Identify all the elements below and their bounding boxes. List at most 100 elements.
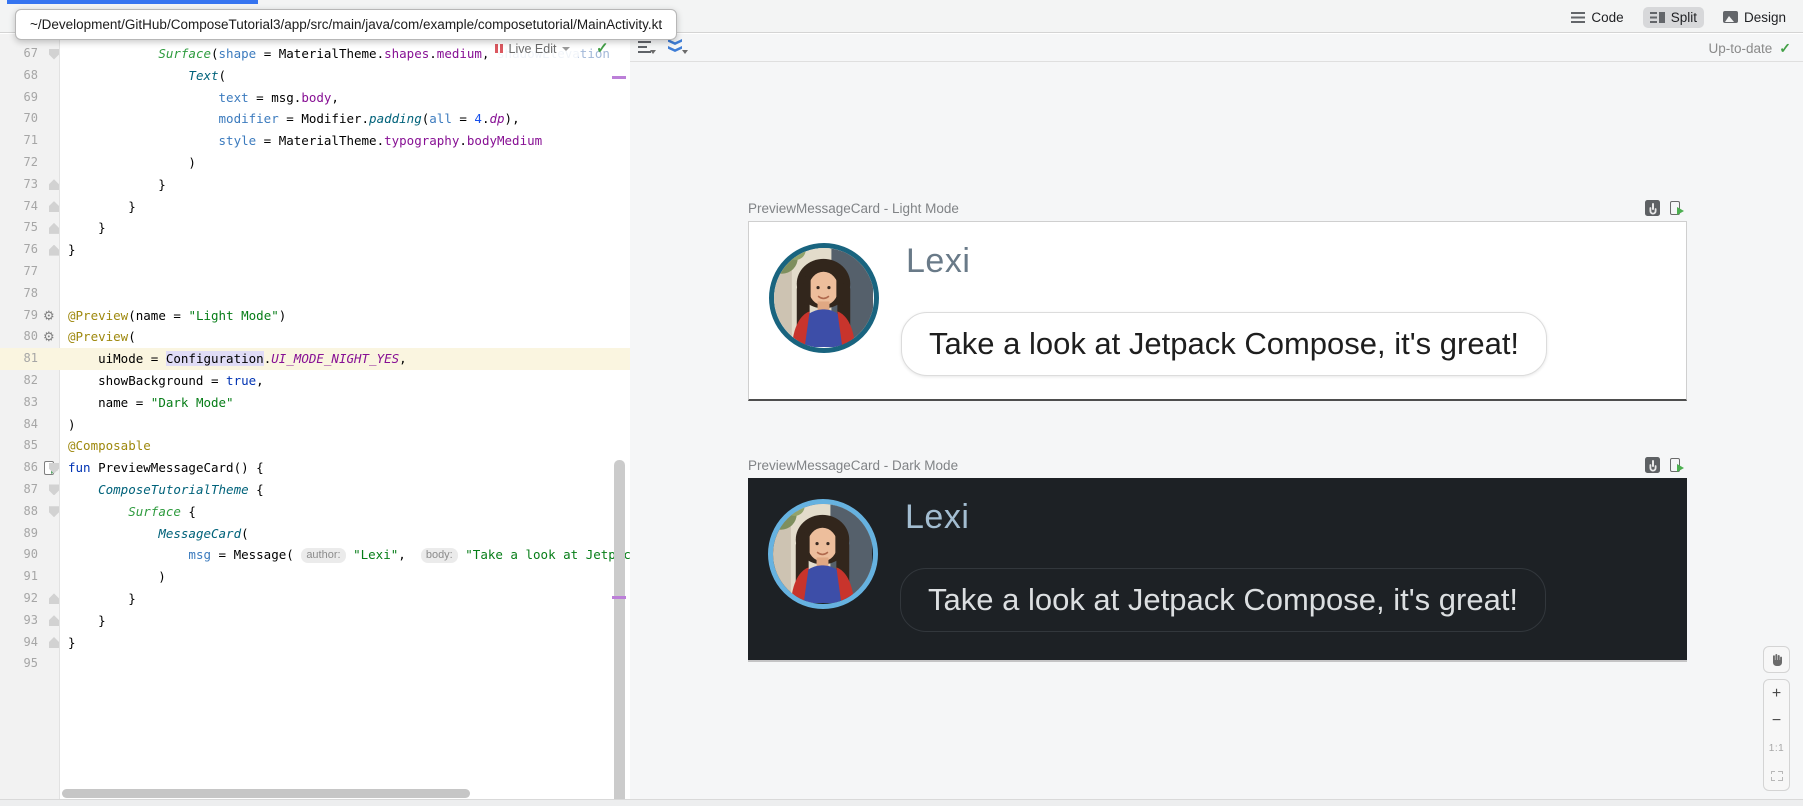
scrollbar-mark[interactable] bbox=[612, 76, 626, 79]
ide-window: Code Split Design ~/Development/GitHub/Com… bbox=[0, 0, 1803, 806]
code-line[interactable]: 87 ComposeTutorialTheme { bbox=[0, 479, 630, 501]
view-mode-switcher: Code Split Design bbox=[1564, 5, 1793, 29]
code-line[interactable]: 93 } bbox=[0, 610, 630, 632]
author-name: Lexi bbox=[906, 242, 970, 281]
code-line[interactable]: 84) bbox=[0, 414, 630, 436]
code-line[interactable]: 86fun PreviewMessageCard() { bbox=[0, 457, 630, 479]
file-path-tooltip: ~/Development/GitHub/ComposeTutorial3/ap… bbox=[15, 9, 677, 40]
active-tab-indicator[interactable] bbox=[7, 0, 258, 4]
code-line[interactable]: 92 } bbox=[0, 588, 630, 610]
line-number: 95 bbox=[0, 653, 38, 675]
code-line[interactable]: 73 } bbox=[0, 174, 630, 196]
fold-marker-up[interactable] bbox=[49, 179, 59, 190]
fold-marker-up[interactable] bbox=[49, 615, 59, 626]
code-text: } bbox=[68, 588, 136, 610]
run-on-device-icon[interactable] bbox=[1669, 457, 1684, 473]
zoom-actual-button[interactable]: 1:1 bbox=[1764, 735, 1789, 763]
code-text: Text( bbox=[68, 65, 226, 87]
line-number: 77 bbox=[0, 261, 38, 283]
fold-marker-up[interactable] bbox=[49, 223, 59, 234]
preview-toolbar: Up-to-date ✓ bbox=[630, 34, 1803, 62]
check-icon: ✓ bbox=[1779, 40, 1791, 57]
zoom-out-button[interactable]: − bbox=[1764, 708, 1789, 736]
code-view-icon bbox=[1571, 12, 1585, 23]
code-line[interactable]: 88 Surface { bbox=[0, 501, 630, 523]
line-number: 91 bbox=[0, 566, 38, 588]
editor-vertical-scrollbar[interactable] bbox=[614, 460, 625, 799]
code-line[interactable]: 83 name = "Dark Mode" bbox=[0, 392, 630, 414]
preview-panel-header: PreviewMessageCard - Dark Mode bbox=[748, 457, 1687, 475]
code-line[interactable]: 94} bbox=[0, 632, 630, 654]
gear-icon[interactable]: ⚙ bbox=[43, 305, 59, 327]
line-number: 83 bbox=[0, 392, 38, 414]
pan-button[interactable] bbox=[1763, 646, 1790, 673]
code-line[interactable]: 68 Text( bbox=[0, 65, 630, 87]
message-bubble: Take a look at Jetpack Compose, it's gre… bbox=[901, 312, 1547, 376]
message-card-preview: Lexi Take a look at Jetpack Compose, it'… bbox=[748, 221, 1687, 401]
avatar bbox=[768, 499, 878, 609]
code-line[interactable]: 74 } bbox=[0, 196, 630, 218]
code-line[interactable]: 95 bbox=[0, 653, 630, 675]
view-mode-design-button[interactable]: Design bbox=[1716, 7, 1793, 28]
code-line[interactable]: 76} bbox=[0, 239, 630, 261]
line-number: 85 bbox=[0, 435, 38, 457]
code-line[interactable]: 78 bbox=[0, 283, 630, 305]
code-line[interactable]: 75 } bbox=[0, 217, 630, 239]
code-line[interactable]: 72 ) bbox=[0, 152, 630, 174]
code-text: name = "Dark Mode" bbox=[68, 392, 234, 414]
avatar-photo bbox=[773, 504, 872, 603]
avatar bbox=[769, 243, 879, 353]
preview-panel-dark: PreviewMessageCard - Dark Mode Lexi Take… bbox=[748, 457, 1687, 660]
line-number: 86 bbox=[0, 457, 38, 479]
code-line[interactable]: 90 msg = Message( author: "Lexi", body: … bbox=[0, 544, 630, 566]
fold-marker-down[interactable] bbox=[49, 49, 59, 60]
code-line[interactable]: 71 style = MaterialTheme.typography.body… bbox=[0, 130, 630, 152]
line-number: 76 bbox=[0, 239, 38, 261]
zoom-in-button[interactable]: + bbox=[1764, 680, 1789, 708]
view-options-icon[interactable] bbox=[638, 40, 652, 53]
line-number: 82 bbox=[0, 370, 38, 392]
fold-marker-up[interactable] bbox=[49, 593, 59, 604]
fit-screen-icon bbox=[1771, 771, 1783, 781]
code-line[interactable]: 70 modifier = Modifier.padding(all = 4.d… bbox=[0, 108, 630, 130]
code-line[interactable]: 82 showBackground = true, bbox=[0, 370, 630, 392]
zoom-to-fit-button[interactable] bbox=[1764, 763, 1789, 791]
preview-panel-light: PreviewMessageCard - Light Mode Lexi Tak… bbox=[748, 200, 1687, 401]
run-on-device-icon[interactable] bbox=[1669, 200, 1684, 216]
fold-marker-down[interactable] bbox=[49, 484, 59, 495]
fold-marker-down[interactable] bbox=[49, 506, 59, 517]
code-editor[interactable]: 67 Surface(shape = MaterialTheme.shapes.… bbox=[0, 34, 630, 799]
code-line[interactable]: 77 bbox=[0, 261, 630, 283]
pause-icon bbox=[495, 44, 503, 53]
fold-marker-up[interactable] bbox=[49, 637, 59, 648]
compose-preview-pane: Up-to-date ✓ PreviewMessageCard - Light … bbox=[630, 34, 1803, 799]
code-line[interactable]: 81 uiMode = Configuration.UI_MODE_NIGHT_… bbox=[0, 348, 630, 370]
live-edit-label: Live Edit bbox=[509, 42, 557, 56]
double-chevron-down-icon[interactable] bbox=[668, 39, 683, 53]
live-edit-chip[interactable]: Live Edit bbox=[486, 38, 579, 59]
editor-horizontal-scrollbar[interactable] bbox=[62, 789, 470, 798]
view-mode-split-button[interactable]: Split bbox=[1643, 7, 1704, 28]
line-number: 69 bbox=[0, 87, 38, 109]
code-text: ComposeTutorialTheme { bbox=[68, 479, 264, 501]
interactive-preview-icon[interactable] bbox=[1645, 200, 1660, 216]
interactive-preview-icon[interactable] bbox=[1645, 457, 1660, 473]
code-line[interactable]: 80⚙@Preview( bbox=[0, 326, 630, 348]
code-line[interactable]: 85@Composable bbox=[0, 435, 630, 457]
preview-title: PreviewMessageCard - Light Mode bbox=[748, 201, 959, 216]
code-line[interactable]: 69 text = msg.body, bbox=[0, 87, 630, 109]
code-line[interactable]: 91 ) bbox=[0, 566, 630, 588]
scrollbar-mark[interactable] bbox=[612, 596, 626, 599]
view-mode-code-button[interactable]: Code bbox=[1564, 7, 1630, 28]
code-line[interactable]: 89 MessageCard( bbox=[0, 523, 630, 545]
split-view-icon bbox=[1650, 12, 1665, 23]
code-text: text = msg.body, bbox=[68, 87, 339, 109]
gear-icon[interactable]: ⚙ bbox=[43, 326, 59, 348]
fold-marker-up[interactable] bbox=[49, 245, 59, 256]
chevron-down-icon bbox=[562, 47, 570, 51]
fold-marker-up[interactable] bbox=[49, 201, 59, 212]
preview-panel-header: PreviewMessageCard - Light Mode bbox=[748, 200, 1687, 218]
code-lines: 67 Surface(shape = MaterialTheme.shapes.… bbox=[0, 43, 630, 675]
code-line[interactable]: 79⚙@Preview(name = "Light Mode") bbox=[0, 305, 630, 327]
hand-icon bbox=[1769, 652, 1785, 668]
